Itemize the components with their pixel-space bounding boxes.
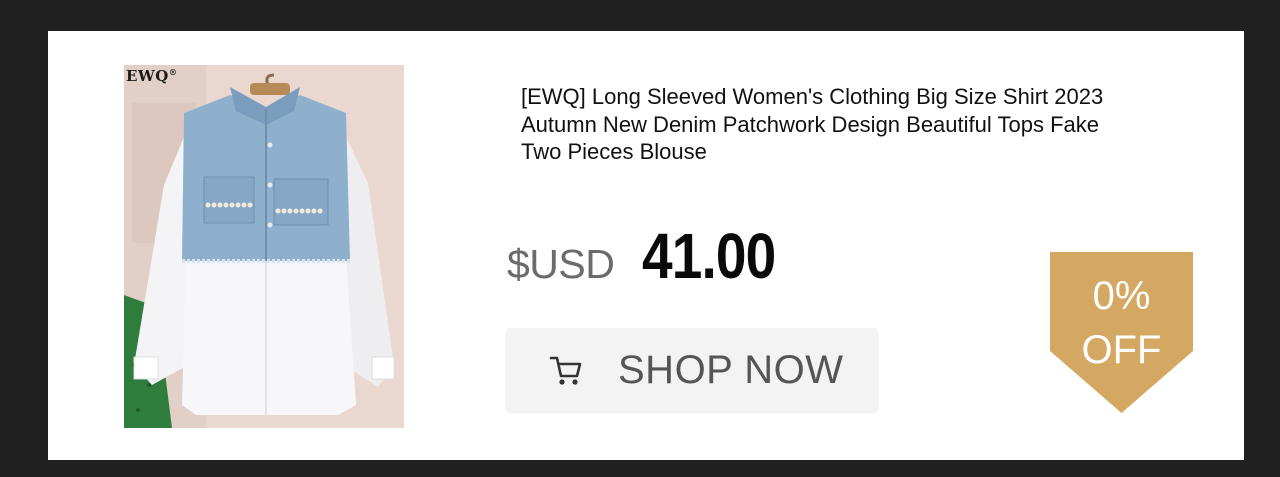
product-title[interactable]: [EWQ] Long Sleeved Women's Clothing Big …	[521, 83, 1141, 166]
discount-percent: 0%	[1092, 274, 1151, 318]
product-card: EWQ® [EWQ] Long Sleeved Women's Clothing…	[48, 31, 1244, 460]
price-currency: $USD	[507, 241, 615, 287]
discount-label: OFF	[1081, 328, 1162, 372]
shop-now-label: SHOP NOW	[618, 347, 844, 392]
price: $USD 41.00	[507, 219, 798, 293]
brand-watermark: EWQ®	[126, 67, 178, 85]
shopping-cart-icon	[549, 356, 582, 385]
discount-badge: 0% OFF	[1050, 252, 1193, 413]
product-image[interactable]: EWQ®	[124, 65, 404, 428]
price-amount: 41.00	[642, 220, 776, 292]
shirt-illustration	[124, 65, 404, 428]
shop-now-button[interactable]: SHOP NOW	[506, 328, 878, 412]
